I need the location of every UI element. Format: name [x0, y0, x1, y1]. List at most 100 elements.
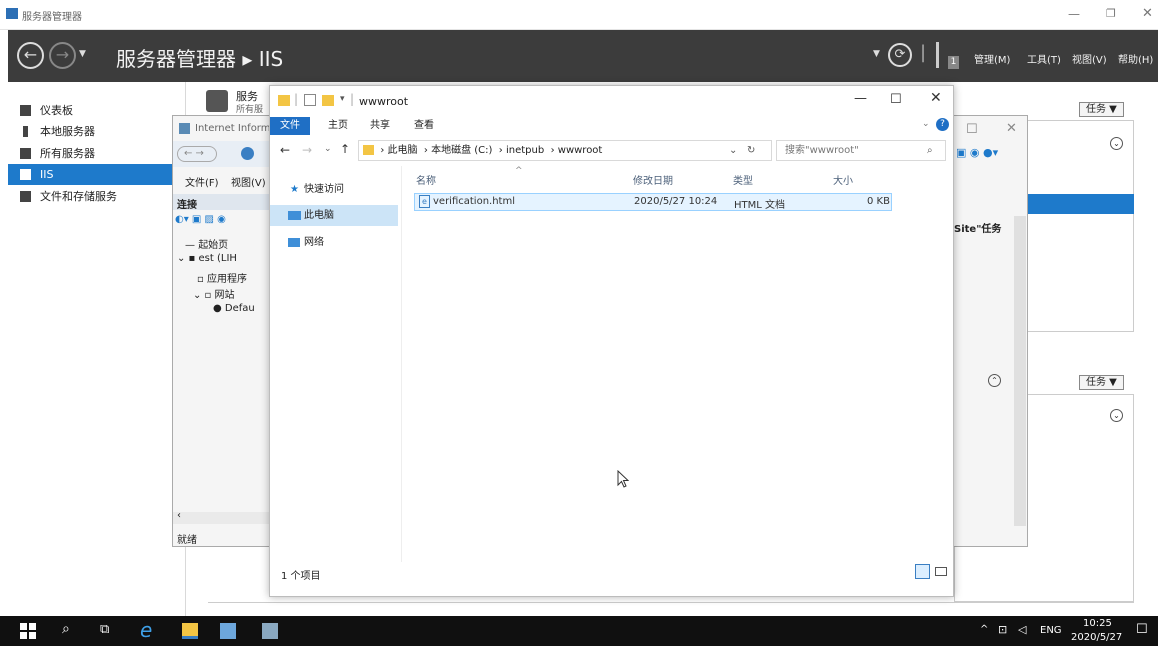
file-row[interactable]: e verification.html 2020/5/27 10:24 HTML…: [414, 193, 892, 211]
forward-button[interactable]: →: [49, 42, 76, 69]
navigation-pane: ★ 快速访问 此电脑 网络: [270, 166, 400, 576]
search-icon[interactable]: ⌕: [62, 621, 70, 637]
sidebar-item-dashboard[interactable]: 仪表板: [8, 100, 186, 121]
menu-view[interactable]: 视图(V): [1072, 51, 1107, 66]
nav-item-this-pc[interactable]: 此电脑: [270, 205, 398, 226]
tray-expand-icon[interactable]: ^: [980, 624, 988, 635]
menu-manage[interactable]: 管理(M): [974, 51, 1010, 66]
path-segment-inetpub[interactable]: inetpub: [506, 145, 544, 156]
sidebar-item-all-servers[interactable]: 所有服务器: [8, 143, 186, 164]
tree-node-sites[interactable]: ⌄ ▫ 网站: [193, 286, 235, 301]
explorer-maximize-button[interactable]: ☐: [890, 92, 902, 107]
new-folder-icon[interactable]: [322, 95, 334, 106]
server-manager-app-icon: [6, 8, 18, 19]
tasks-button-top[interactable]: 任务 ▼: [1079, 102, 1124, 117]
back-arrow-icon[interactable]: ←: [280, 143, 290, 157]
address-dropdown-icon[interactable]: ⌄: [729, 141, 737, 160]
iis-taskbar-icon[interactable]: [262, 623, 278, 639]
restore-button[interactable]: ❐: [1106, 7, 1116, 20]
window-title: 服务器管理器: [22, 12, 82, 23]
notification-center-icon[interactable]: ☐: [1136, 622, 1148, 637]
address-bar[interactable]: › 此电脑 › 本地磁盘 (C:) › inetpub › wwwroot ⌄ …: [358, 140, 772, 161]
sidebar-item-iis[interactable]: IIS: [8, 164, 186, 185]
tab-share[interactable]: 共享: [360, 117, 400, 135]
path-segment-this-pc[interactable]: 此电脑: [388, 145, 418, 156]
tasks-button-bottom[interactable]: 任务 ▼: [1079, 375, 1124, 390]
tab-view[interactable]: 查看: [404, 117, 444, 135]
separator: |: [920, 42, 927, 63]
column-header-name[interactable]: 名称: [416, 172, 436, 187]
start-button-windows-icon[interactable]: [20, 623, 36, 639]
scroll-left-icon[interactable]: ‹: [177, 510, 181, 521]
server-manager-taskbar-icon[interactable]: [220, 623, 236, 639]
iis-horizontal-scrollbar[interactable]: ‹: [173, 510, 283, 524]
close-button[interactable]: ✕: [1142, 6, 1153, 21]
ribbon-expand-icon[interactable]: ⌄: [922, 119, 930, 129]
iis-help-icons[interactable]: ▣ ◉ ●▾: [956, 146, 998, 159]
menu-tools[interactable]: 工具(T): [1027, 51, 1061, 66]
separator: |: [350, 92, 355, 106]
column-header-size[interactable]: 大小: [833, 172, 853, 187]
refresh-dropdown-icon[interactable]: ▼: [873, 49, 880, 59]
column-header-date[interactable]: 修改日期: [633, 172, 673, 187]
file-size: 0 KB: [867, 196, 890, 207]
help-icon[interactable]: ?: [936, 118, 949, 131]
network-tray-icon[interactable]: ⊡: [998, 623, 1007, 636]
path-segment-wwwroot[interactable]: wwwroot: [558, 145, 603, 156]
refresh-icon[interactable]: ↻: [747, 141, 755, 160]
iis-close-button[interactable]: ✕: [1006, 121, 1017, 136]
file-type: HTML 文档: [734, 200, 786, 211]
iis-nav-arrows[interactable]: ← →: [177, 146, 217, 162]
expand-chevron-icon[interactable]: ⌄: [1110, 409, 1123, 422]
expand-chevron-icon[interactable]: ⌄: [1110, 137, 1123, 150]
nav-item-network[interactable]: 网络: [270, 232, 398, 253]
column-header-type[interactable]: 类型: [733, 172, 753, 187]
taskbar: ⌕ ⧉ e ^ ⊡ ◁ ENG 10:25 2020/5/27 ☐: [0, 616, 1158, 646]
tree-node-app-pools[interactable]: ▫ 应用程序: [197, 270, 247, 285]
nav-item-quick-access[interactable]: ★ 快速访问: [270, 179, 398, 200]
quick-access-dropdown-icon[interactable]: ▾: [340, 94, 345, 104]
iis-menu-view[interactable]: 视图(V): [231, 174, 266, 189]
dashboard-icon: [20, 105, 31, 116]
tree-node-start-page[interactable]: — 起始页: [185, 236, 228, 251]
tree-node-default-site[interactable]: ● Defau: [213, 303, 255, 314]
iis-toolbar[interactable]: ◐▾ ▣ ▨ ◉: [175, 214, 280, 230]
task-view-icon[interactable]: ⧉: [100, 622, 109, 637]
recent-dropdown-icon[interactable]: ⌄: [324, 144, 332, 154]
search-box[interactable]: 搜索"wwwroot" ⌕: [776, 140, 946, 161]
clock-date[interactable]: 2020/5/27: [1071, 632, 1122, 643]
properties-icon[interactable]: [304, 94, 316, 106]
tree-label: 起始页: [198, 240, 229, 251]
iis-actions-scrollbar[interactable]: [1014, 216, 1026, 526]
sidebar-item-file-storage[interactable]: 文件和存储服务: [8, 186, 186, 207]
iis-maximize-button[interactable]: ☐: [966, 122, 978, 137]
iis-menu-file[interactable]: 文件(F): [185, 174, 219, 189]
path-segment-c-drive[interactable]: 本地磁盘 (C:): [431, 145, 492, 156]
minimize-button[interactable]: —: [1068, 7, 1080, 21]
back-button[interactable]: ←: [17, 42, 44, 69]
large-icons-view-icon[interactable]: [935, 567, 947, 576]
tab-home[interactable]: 主页: [318, 117, 358, 135]
forward-arrow-icon[interactable]: →: [302, 143, 312, 157]
sort-arrow-icon: ^: [515, 166, 523, 176]
clock-time[interactable]: 10:25: [1083, 618, 1112, 629]
file-explorer-taskbar-icon[interactable]: [182, 623, 198, 639]
tab-file[interactable]: 文件: [270, 117, 310, 135]
history-dropdown-icon[interactable]: ▼: [79, 49, 86, 59]
html-file-icon: e: [419, 195, 430, 208]
menu-help[interactable]: 帮助(H): [1118, 51, 1153, 66]
tree-node-server[interactable]: ⌄ ▪ est (LIH: [177, 253, 237, 264]
ie-browser-icon[interactable]: e: [140, 618, 152, 642]
up-arrow-icon[interactable]: ↑: [340, 142, 350, 156]
details-view-icon[interactable]: [915, 564, 930, 579]
refresh-icon[interactable]: ⟳: [888, 43, 912, 67]
explorer-close-button[interactable]: ✕: [930, 90, 942, 106]
language-indicator[interactable]: ENG: [1040, 625, 1062, 636]
file-list: ^ 名称 修改日期 类型 大小 e verification.html 2020…: [410, 166, 950, 566]
sidebar-item-local-server[interactable]: 本地服务器: [8, 121, 186, 142]
tree-label: 网站: [214, 290, 235, 301]
explorer-minimize-button[interactable]: —: [854, 91, 867, 106]
collapse-chevron-icon[interactable]: ⌃: [988, 374, 1001, 387]
volume-muted-icon[interactable]: ◁: [1018, 623, 1026, 636]
iis-connections-header: 连接: [173, 194, 283, 211]
